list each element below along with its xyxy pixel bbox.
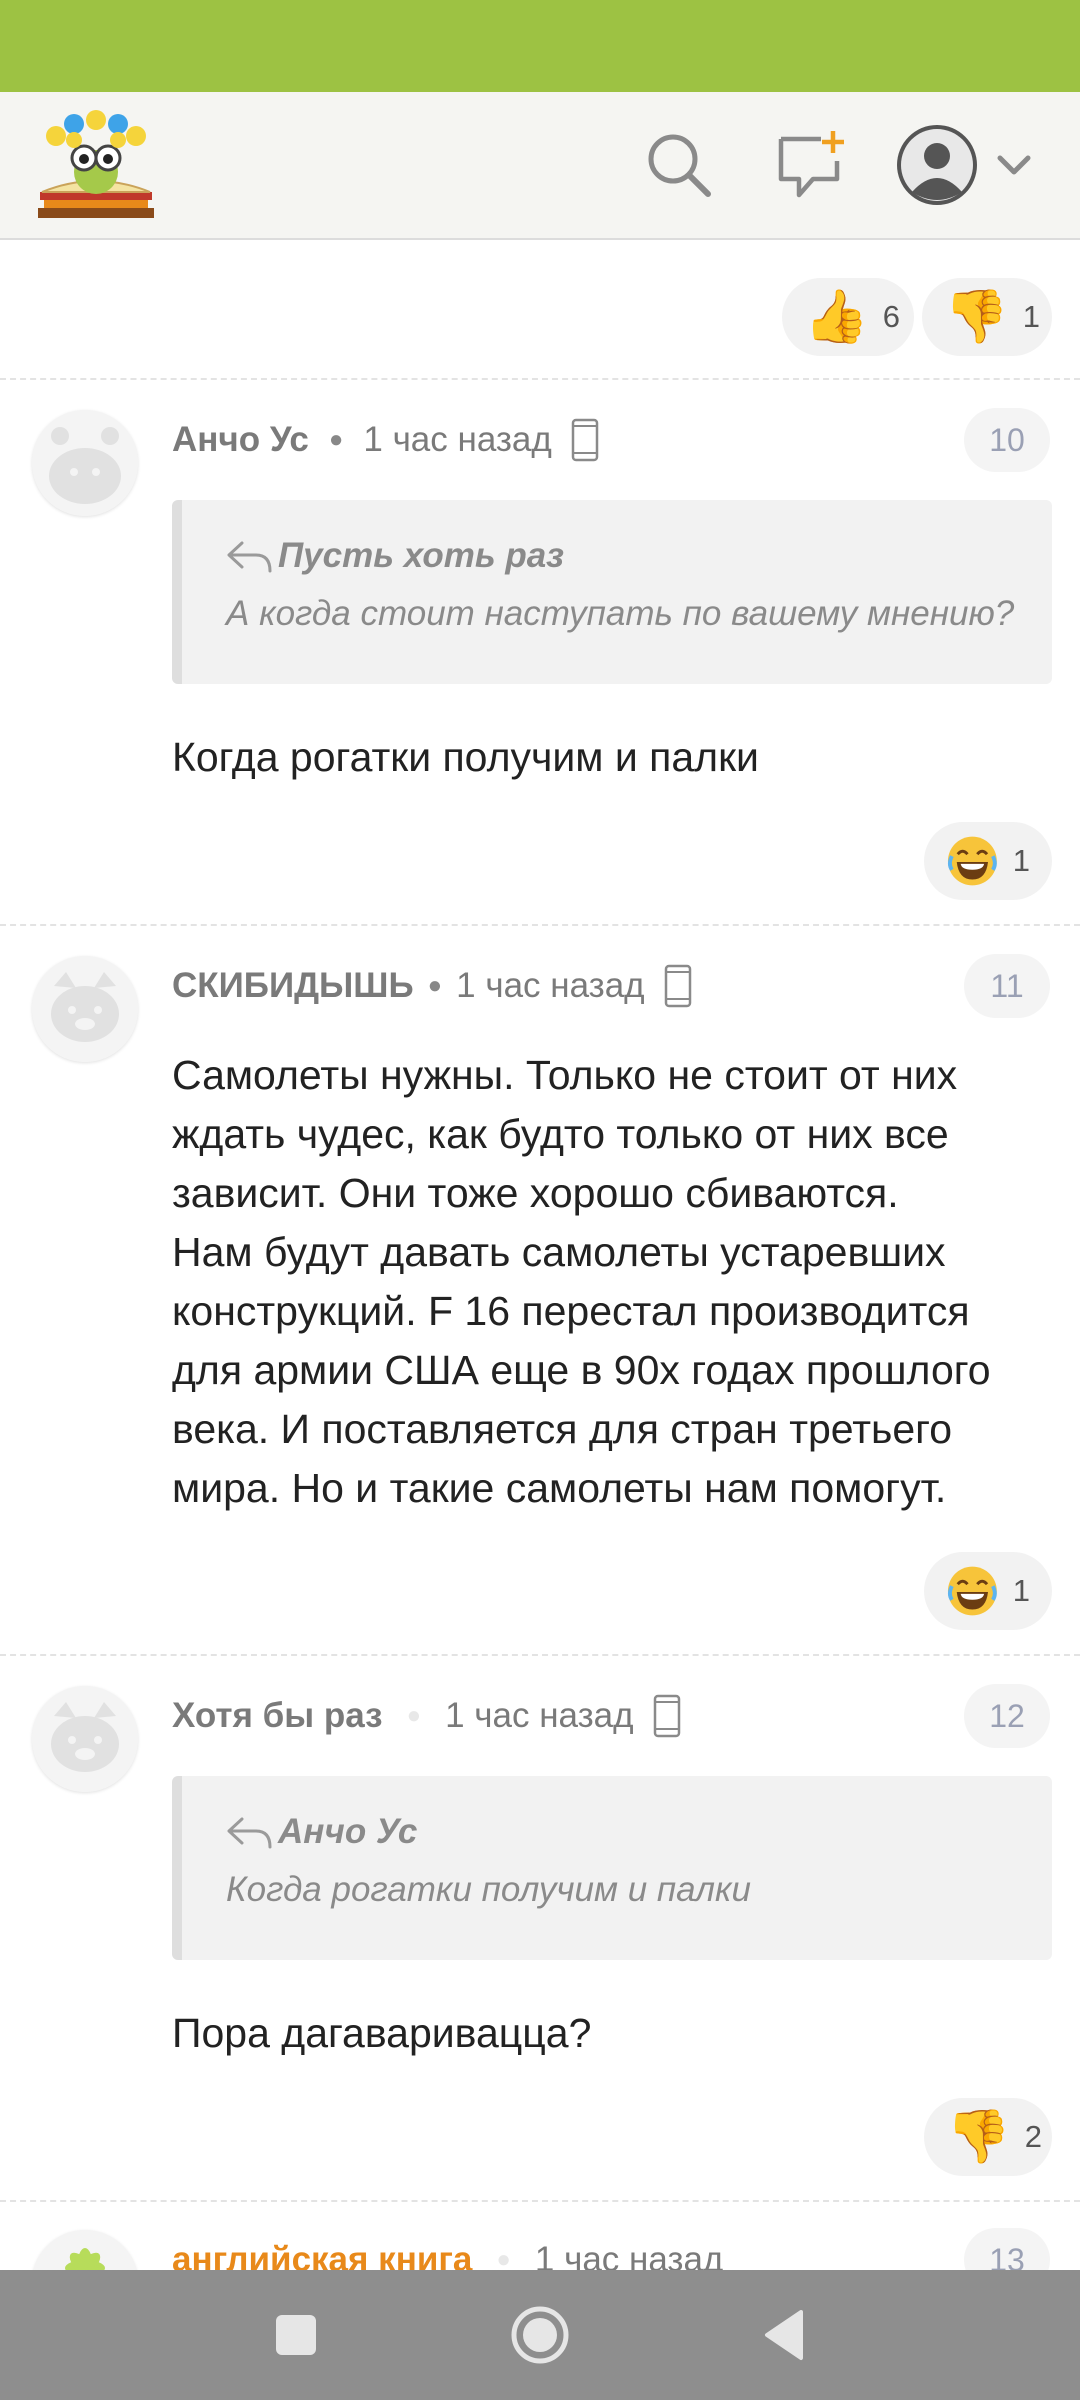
comment-text-line: мира. Но и такие самолеты нам помогут. [172, 1465, 947, 1511]
site-logo[interactable] [34, 106, 158, 224]
avatar[interactable] [32, 410, 138, 516]
reaction-count: 2 [1024, 2119, 1042, 2154]
quote-author: Пусть хоть раз [278, 536, 565, 575]
reaction-button[interactable]: 1 [924, 1552, 1052, 1630]
quote-author: Анчо Ус [278, 1812, 418, 1851]
laughing-emoji-icon [947, 1566, 997, 1616]
comments-feed: 👍 6 👎 1 Анчо Ус ● 1 час назад 10 Пусть х… [0, 240, 1080, 2270]
avatar[interactable] [32, 2230, 138, 2270]
divider [0, 924, 1080, 926]
avatar[interactable] [32, 956, 138, 1062]
comment-author[interactable]: СКИБИДЫШЬ [172, 966, 414, 1006]
reaction-count: 1 [1012, 1573, 1030, 1608]
comment-author[interactable]: Анчо Ус [172, 420, 309, 460]
comment-text-line: конструкций. F 16 перестал производится [172, 1288, 970, 1334]
comment-number[interactable]: 13 [964, 2228, 1050, 2270]
mobile-device-icon [653, 1694, 680, 1738]
dislike-button[interactable]: 👎 1 [922, 278, 1052, 356]
separator-dot: ● [427, 972, 443, 999]
comment-time: 1 час назад [534, 2240, 724, 2270]
like-button[interactable]: 👍 6 [782, 278, 914, 356]
separator-dot: ● [328, 426, 344, 453]
divider [0, 2200, 1080, 2202]
reaction-count: 1 [1012, 843, 1030, 878]
comment-text-line: века. И поставляется для стран третьего [172, 1406, 953, 1452]
home-button[interactable] [502, 2297, 578, 2373]
quote-text: Когда рогатки получим и палки [226, 1870, 751, 1909]
comment-meta: Хотя бы раз ● 1 час назад [172, 1686, 682, 1746]
comment-author[interactable]: Хотя бы раз [172, 1696, 383, 1736]
comment-text-line: зависит. Они тоже хорошо сбиваются. [172, 1170, 899, 1216]
comment-number[interactable]: 12 [964, 1684, 1050, 1748]
dislike-count: 1 [1022, 299, 1040, 334]
like-count: 6 [882, 299, 900, 334]
thumbs-down-icon: 👎 [946, 2107, 1011, 2167]
divider [0, 378, 1080, 380]
separator-dot: ● [496, 2246, 511, 2270]
comment-time: 1 час назад [445, 1696, 634, 1735]
comment-time: 1 час назад [456, 966, 645, 1005]
system-navigation-bar [0, 2270, 1080, 2400]
new-post-icon[interactable] [768, 122, 854, 208]
recent-apps-button[interactable] [258, 2297, 334, 2373]
comment-text-line: Нам будут давать самолеты устаревших [172, 1229, 946, 1275]
comment-number[interactable]: 10 [964, 408, 1050, 472]
avatar[interactable] [32, 1686, 138, 1792]
comment-text: Пора дагавариваццa? [172, 2010, 592, 2056]
back-button[interactable] [746, 2297, 822, 2373]
reply-arrow-icon [227, 541, 272, 573]
laughing-emoji-icon [947, 836, 997, 886]
quoted-comment[interactable]: Анчо Ус Когда рогатки получим и палки [172, 1776, 1052, 1960]
comment-text-line: ждать чудес, как будто только от них все [172, 1111, 949, 1157]
comment-text: Когда рогатки получим и палки [172, 734, 759, 780]
quoted-comment[interactable]: Пусть хоть раз А когда стоит наступать п… [172, 500, 1052, 684]
user-menu[interactable] [896, 122, 1046, 208]
reply-arrow-icon [227, 1817, 272, 1849]
comment-meta: Анчо Ус ● 1 час назад [172, 410, 600, 470]
reaction-button[interactable]: 1 [924, 822, 1052, 900]
comment-meta: английская книга ● 1 час назад [172, 2230, 723, 2270]
comment-author[interactable]: английская книга [172, 2240, 472, 2270]
mobile-device-icon [664, 964, 691, 1008]
thumbs-down-icon: 👎 [944, 287, 1009, 347]
comment-text: Самолеты нужны. Только не стоит от них ж… [172, 1046, 1052, 1518]
status-bar [0, 0, 1080, 92]
comment-number[interactable]: 11 [964, 954, 1050, 1018]
divider [0, 1654, 1080, 1656]
thumbs-up-icon: 👍 [804, 287, 869, 347]
comment-text-line: Самолеты нужны. Только не стоит от них [172, 1052, 958, 1098]
mobile-device-icon [571, 418, 599, 462]
comment-text-line: для армии США еще в 90х годах прошлого [172, 1347, 991, 1393]
quote-text: А когда стоит наступать по вашему мнению… [226, 594, 1015, 633]
search-icon[interactable] [636, 122, 722, 208]
app-header [0, 92, 1080, 240]
reaction-button[interactable]: 👎 2 [924, 2098, 1052, 2176]
comment-meta: СКИБИДЫШЬ ● 1 час назад [172, 956, 693, 1016]
comment-time: 1 час назад [363, 420, 552, 459]
separator-dot: ● [406, 1702, 422, 1729]
